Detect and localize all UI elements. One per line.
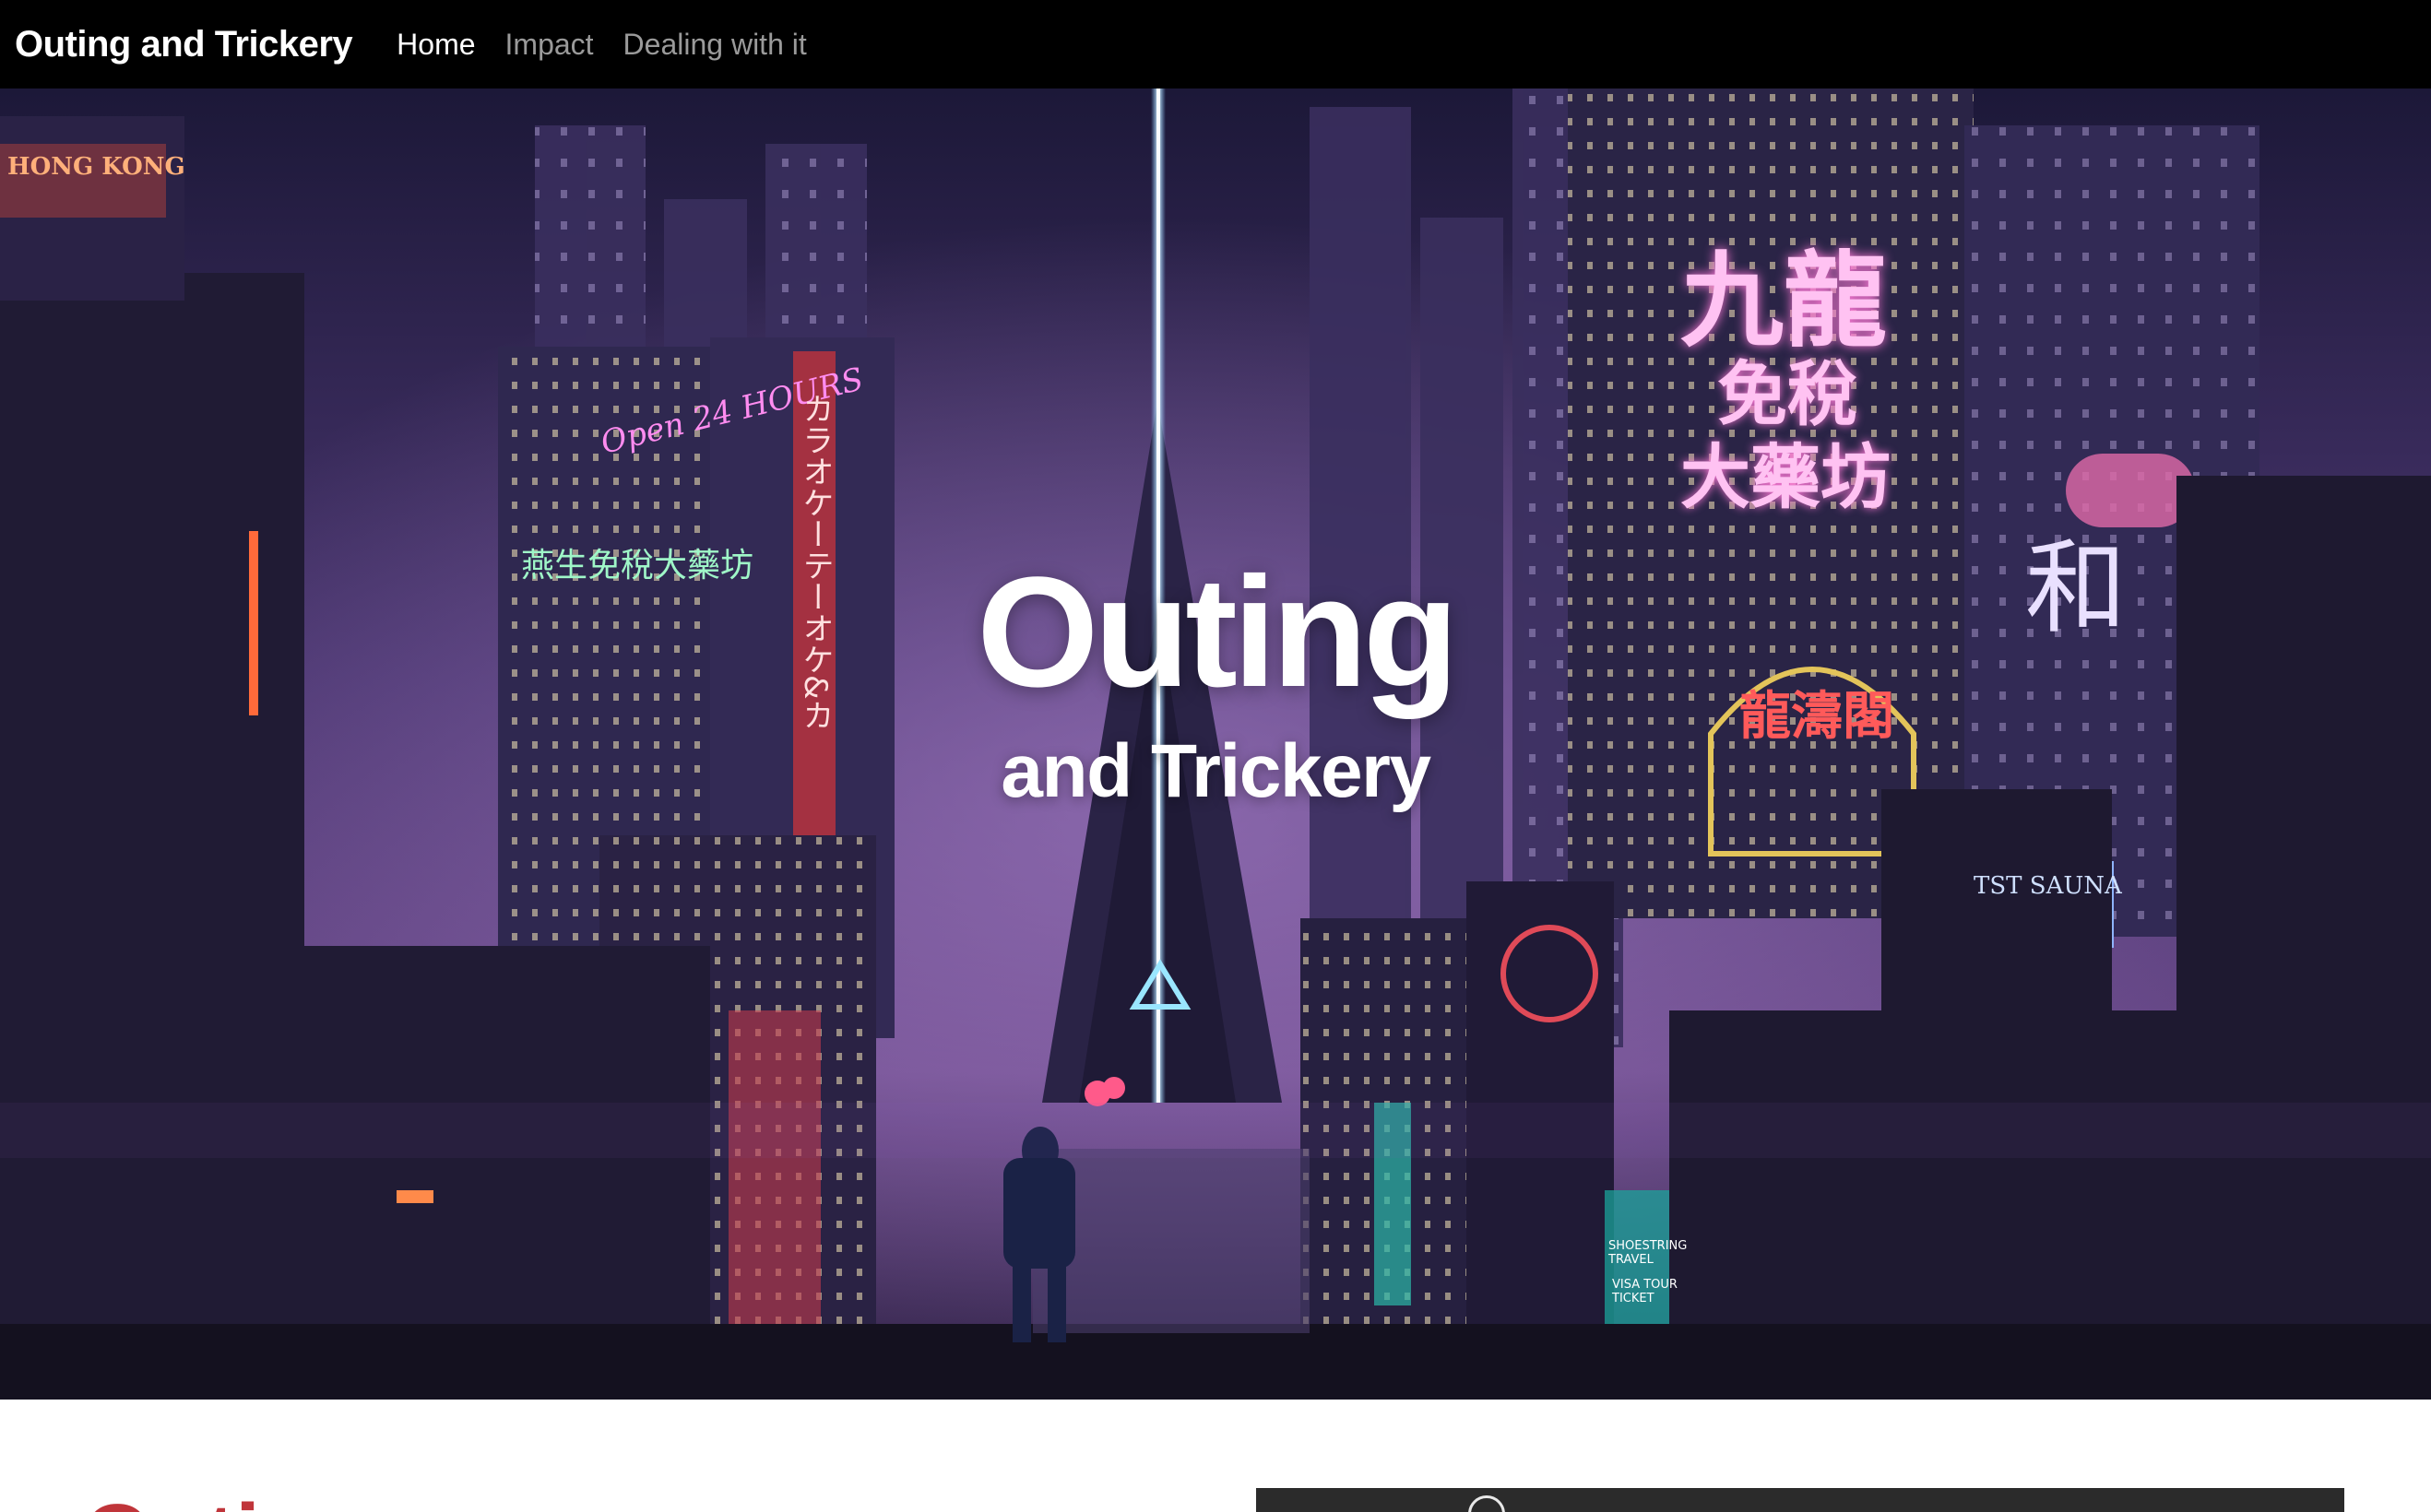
neon-sign-tst-sauna: TST SAUNA	[1974, 872, 2122, 900]
neon-sign-pharmacy: 大藥坊	[1680, 436, 1891, 518]
neon-sign-hong-kong: HONG KONG	[7, 153, 185, 181]
brand-link[interactable]: Outing and Trickery	[15, 24, 353, 65]
hero-banner: HONG KONG Open 24 HOURS カラオケーテーオケ&カ 燕生免稅…	[0, 89, 2431, 1400]
main-content: Outi	[0, 1400, 2431, 1512]
media-thumbnail-shape	[1468, 1495, 1505, 1512]
nav-link-impact[interactable]: Impact	[505, 28, 594, 62]
hero-subtitle: and Trickery	[1001, 729, 1431, 813]
nav-links: Home Impact Dealing with it	[397, 28, 836, 62]
neon-sign-travel: SHOESTRING TRAVEL	[1608, 1239, 1688, 1267]
top-navbar: Outing and Trickery Home Impact Dealing …	[0, 0, 2431, 89]
neon-sign-visa: VISA TOUR TICKET	[1612, 1278, 1678, 1305]
media-frame[interactable]	[1256, 1488, 2344, 1512]
nav-link-dealing-with-it[interactable]: Dealing with it	[623, 28, 807, 62]
hero-title: Outing	[977, 545, 1459, 720]
nav-link-home[interactable]: Home	[397, 28, 475, 62]
section-heading: Outi	[83, 1492, 260, 1512]
